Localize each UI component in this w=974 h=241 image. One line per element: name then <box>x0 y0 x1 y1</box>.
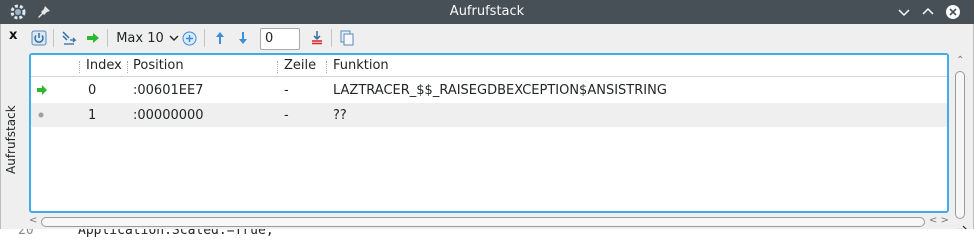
scroll-up-icon[interactable]: ⌃ <box>956 55 964 66</box>
jump-to-icon <box>312 31 322 45</box>
table-row[interactable]: 1 :00000000 - ?? <box>31 103 947 127</box>
editor-line-text: Application.Scaled:=True; <box>78 229 274 238</box>
row-position: :00000000 <box>133 108 204 123</box>
green-arrow-icon <box>87 33 99 43</box>
column-header-index[interactable]: Index <box>86 58 122 73</box>
arrow-down-icon <box>239 32 247 44</box>
column-header-function[interactable]: Funktion <box>333 58 389 73</box>
scroll-right-icon[interactable]: < > <box>929 215 949 226</box>
call-stack-window: x Aufrufstack Max 10 0 Index Position Ze… <box>0 24 974 241</box>
power-icon <box>31 30 47 46</box>
dock-close-button[interactable]: x <box>9 28 17 43</box>
minimize-icon[interactable] <box>896 4 912 20</box>
editor-line-number: 20 <box>18 229 34 238</box>
close-icon[interactable] <box>945 4 961 20</box>
window-title: Aufrufstack <box>449 4 525 19</box>
toolbar-separator <box>204 29 205 47</box>
goto-button[interactable] <box>307 28 327 48</box>
vertical-scrollbar[interactable]: ⌃ ⌄ <box>953 55 967 241</box>
max-combo[interactable]: Max 10 <box>115 28 181 48</box>
more-button[interactable] <box>180 28 198 48</box>
dot-icon <box>38 112 44 118</box>
step-button[interactable] <box>59 28 79 48</box>
row-function: LAZTRACER_$$_RAISEGDBEXCEPTION$ANSISTRIN… <box>333 83 667 98</box>
column-separator <box>127 61 128 73</box>
toolbar-separator <box>331 29 332 47</box>
copy-icon <box>340 30 354 46</box>
title-bar: Aufrufstack <box>0 0 974 24</box>
dock-label[interactable]: Aufrufstack <box>4 105 18 174</box>
move-down-button[interactable] <box>234 28 252 48</box>
copy-button[interactable] <box>337 28 357 48</box>
max-combo-value: Max 10 <box>116 30 164 46</box>
show-current-button[interactable] <box>83 28 103 48</box>
current-arrow-icon <box>37 85 47 95</box>
column-header-position[interactable]: Position <box>133 58 184 73</box>
arrow-up-icon <box>216 32 224 44</box>
editor-line-strip: 20 Application.Scaled:=True; <box>0 229 974 241</box>
row-index: 1 <box>88 108 97 123</box>
plus-circle-icon <box>182 31 196 45</box>
table-header: Index Position Zeile Funktion <box>31 55 947 77</box>
row-line: - <box>284 108 289 123</box>
vertical-scroll-thumb[interactable] <box>955 71 965 219</box>
toolbar: Max 10 0 <box>27 26 957 50</box>
row-line: - <box>284 83 289 98</box>
row-index: 0 <box>88 83 97 98</box>
frame-spin-input[interactable]: 0 <box>260 28 300 50</box>
row-position: :00601EE7 <box>133 83 204 98</box>
row-function: ?? <box>333 108 347 123</box>
power-button[interactable] <box>29 28 49 48</box>
column-header-line[interactable]: Zeile <box>284 58 316 73</box>
column-separator <box>326 61 327 73</box>
horizontal-scroll-thumb[interactable] <box>41 217 925 227</box>
column-separator <box>277 61 278 73</box>
maximize-icon[interactable] <box>920 4 936 20</box>
column-separator <box>79 61 80 73</box>
horizontal-scrollbar[interactable]: < < > <box>29 215 953 229</box>
table-row[interactable]: 0 :00601EE7 - LAZTRACER_$$_RAISEGDBEXCEP… <box>31 78 947 102</box>
chevron-down-icon <box>169 35 179 41</box>
move-up-button[interactable] <box>211 28 229 48</box>
step-into-icon <box>62 31 77 45</box>
scroll-left-icon[interactable]: < <box>29 215 37 226</box>
call-stack-table[interactable]: Index Position Zeile Funktion 0 :00601EE… <box>29 53 949 213</box>
dock-side-panel: x Aufrufstack <box>1 24 27 214</box>
toolbar-separator <box>53 29 54 47</box>
toolbar-separator <box>107 29 108 47</box>
